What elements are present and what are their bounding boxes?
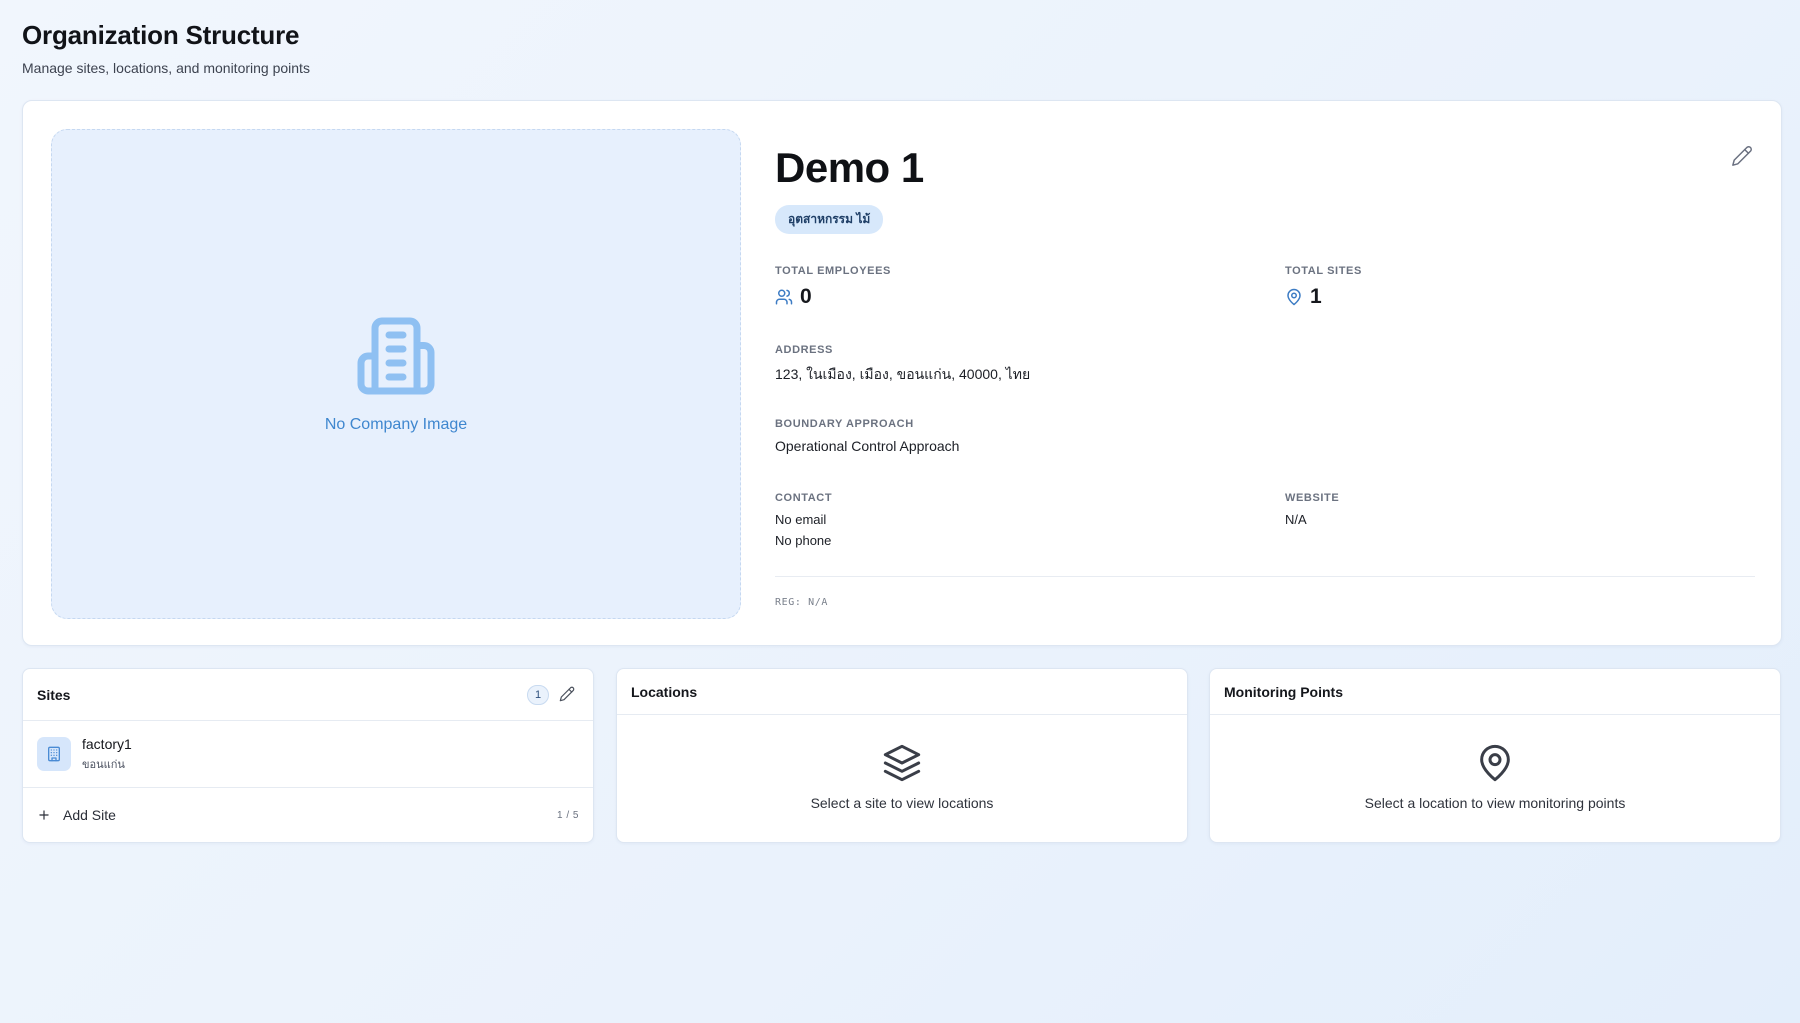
sites-label: TOTAL SITES: [1285, 265, 1362, 277]
page-subtitle: Manage sites, locations, and monitoring …: [22, 60, 310, 76]
plus-icon: [39, 810, 49, 820]
layers-icon: [883, 744, 921, 782]
company-image-placeholder[interactable]: No Company Image: [51, 129, 741, 619]
building-icon: [48, 746, 60, 762]
registration-number: REG: N/A: [775, 597, 828, 608]
locations-empty-text: Select a site to view locations: [810, 795, 994, 811]
site-item-factory1[interactable]: factory1 ขอนแก่น: [23, 721, 593, 788]
website-field: WEBSITE N/A: [1285, 492, 1339, 527]
page-title: Organization Structure: [22, 20, 300, 50]
company-info: Demo 1 อุตสาหกรรม ไม้ TOTAL EMPLOYEES 0 …: [775, 144, 1755, 608]
site-name: factory1: [82, 735, 132, 752]
locations-empty-state: Select a site to view locations: [617, 715, 1187, 811]
info-divider: [775, 576, 1755, 577]
sites-panel-title: Sites: [37, 686, 71, 703]
locations-panel: Locations Select a site to view location…: [616, 668, 1188, 843]
add-site-row: Add Site 1 / 5: [23, 788, 593, 842]
website-value: N/A: [1285, 512, 1307, 527]
sites-value: 1: [1310, 285, 1322, 308]
employees-stat: TOTAL EMPLOYEES 0: [775, 265, 891, 309]
contact-phone: No phone: [775, 533, 832, 548]
address-label: ADDRESS: [775, 344, 833, 356]
map-pin-icon: [1287, 288, 1301, 306]
monitoring-panel-header: Monitoring Points: [1210, 669, 1780, 715]
company-card: No Company Image Demo 1 อุตสาหกรรม ไม้ T…: [22, 100, 1782, 646]
users-icon: [775, 289, 793, 305]
sites-count-badge: 1: [527, 685, 549, 705]
building-icon: [357, 317, 435, 395]
site-limit: 1 / 5: [557, 809, 579, 821]
sites-stat: TOTAL SITES 1: [1285, 265, 1362, 309]
monitoring-panel-title: Monitoring Points: [1224, 683, 1343, 700]
boundary-value: Operational Control Approach: [775, 438, 960, 454]
company-name: Demo 1: [775, 144, 924, 191]
add-site-label: Add Site: [63, 807, 116, 823]
reg-row: REG: N/A: [775, 592, 1755, 610]
monitoring-empty-state: Select a location to view monitoring poi…: [1210, 715, 1780, 811]
boundary-field: BOUNDARY APPROACH Operational Control Ap…: [775, 418, 1755, 454]
locations-panel-title: Locations: [631, 683, 698, 700]
website-label: WEBSITE: [1285, 492, 1340, 504]
sites-panel-header: Sites 1: [23, 669, 593, 721]
add-site-button[interactable]: Add Site: [37, 807, 116, 823]
site-icon: [37, 737, 71, 771]
address-value: 123, ในเมือง, เมือง, ขอนแก่น, 40000, ไทย: [775, 366, 1031, 382]
contact-label: CONTACT: [775, 492, 833, 504]
address-field: ADDRESS 123, ในเมือง, เมือง, ขอนแก่น, 40…: [775, 344, 1755, 386]
map-pin-icon: [1480, 744, 1510, 782]
page-header: Organization Structure Manage sites, loc…: [22, 20, 310, 76]
monitoring-panel: Monitoring Points Select a location to v…: [1209, 668, 1781, 843]
monitoring-empty-text: Select a location to view monitoring poi…: [1364, 795, 1626, 811]
locations-panel-header: Locations: [617, 669, 1187, 715]
no-image-label: No Company Image: [324, 416, 468, 433]
boundary-label: BOUNDARY APPROACH: [775, 418, 914, 430]
sites-panel: Sites 1 factory1 ขอนแก่น Add Site 1 / 5: [22, 668, 594, 843]
employees-label: TOTAL EMPLOYEES: [775, 265, 891, 277]
contact-email: No email: [775, 512, 827, 527]
edit-sites-button[interactable]: [559, 686, 575, 702]
employees-value: 0: [800, 285, 812, 308]
site-province: ขอนแก่น: [82, 758, 125, 771]
industry-badge: อุตสาหกรรม ไม้: [775, 205, 884, 235]
contact-field: CONTACT No email No phone: [775, 492, 832, 548]
